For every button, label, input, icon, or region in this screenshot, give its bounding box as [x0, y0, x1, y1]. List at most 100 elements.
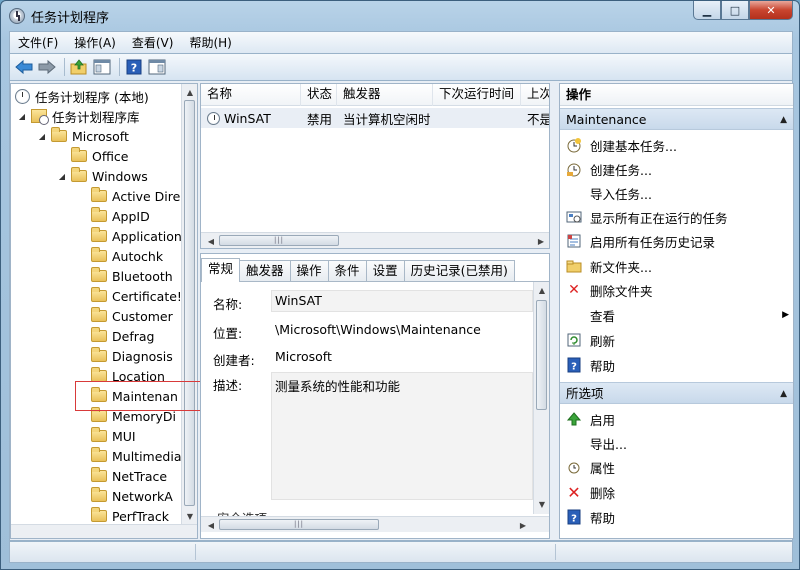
console-tree: 任务计划程序 (本地) ◢ 任务计划程序库 ◢ Microsoft Office [11, 84, 181, 524]
folder-icon [91, 427, 107, 442]
scroll-thumb[interactable] [536, 300, 547, 410]
collapse-arrow-icon[interactable]: ▲ [780, 109, 787, 131]
tree-item-folder[interactable]: Defrag [91, 326, 154, 346]
tab-conditions[interactable]: 条件 [327, 260, 367, 282]
help-button[interactable]: ? [124, 57, 144, 77]
action-new-folder[interactable]: 新文件夹... [560, 255, 793, 277]
section-header-selected-item[interactable]: 所选项 ▲ [560, 382, 793, 405]
description-field[interactable]: 测量系统的性能和功能 [271, 372, 533, 500]
action-create-basic-task[interactable]: 创建基本任务... [560, 134, 793, 156]
tab-actions[interactable]: 操作 [289, 260, 329, 282]
menu-help[interactable]: 帮助(H) [181, 33, 239, 53]
forward-button[interactable] [37, 57, 57, 77]
detail-vertical-scrollbar[interactable]: ▲ ▼ [533, 282, 549, 514]
action-export[interactable]: 导出... [560, 432, 793, 454]
tree-item-library[interactable]: ◢ 任务计划程序库 [17, 106, 140, 126]
tree-item-windows[interactable]: ◢ Windows [57, 166, 148, 186]
column-header-status[interactable]: 状态 [301, 84, 337, 106]
menu-action[interactable]: 操作(A) [66, 33, 124, 53]
action-help[interactable]: ? 帮助 [560, 354, 793, 376]
collapse-arrow-icon[interactable]: ▲ [780, 383, 787, 405]
detail-horizontal-scrollbar[interactable]: ◀ ||| ▶ [201, 516, 549, 532]
create-basic-task-icon [566, 137, 582, 153]
tree-item-root[interactable]: 任务计划程序 (本地) [15, 86, 149, 106]
tree-item-folder[interactable]: NetTrace [91, 466, 167, 486]
tree-vertical-scrollbar[interactable]: ▲ ▼ [181, 84, 197, 524]
tab-history[interactable]: 历史记录(已禁用) [403, 260, 515, 282]
tree-item-folder[interactable]: AppID [91, 206, 150, 226]
action-show-running-tasks[interactable]: 显示所有正在运行的任务 [560, 206, 793, 228]
scroll-right-arrow-icon[interactable]: ▶ [533, 233, 549, 248]
action-refresh[interactable]: 刷新 [560, 329, 793, 351]
up-folder-button[interactable] [69, 57, 89, 77]
show-hide-console-tree-button[interactable] [92, 57, 112, 77]
scroll-down-arrow-icon[interactable]: ▼ [534, 496, 549, 512]
action-delete[interactable]: ✕ 删除 [560, 481, 793, 503]
action-enable-history[interactable]: 启用所有任务历史记录 [560, 230, 793, 252]
help-icon: ? [126, 59, 142, 75]
tree-item-folder[interactable]: Application [91, 226, 181, 246]
scroll-down-arrow-icon[interactable]: ▼ [182, 508, 197, 524]
author-value: Microsoft [271, 346, 533, 368]
tree-item-folder[interactable]: PerfTrack [91, 506, 169, 524]
folder-icon [71, 147, 87, 162]
task-list-header: 名称 状态 触发器 下次运行时间 上次 [201, 84, 549, 106]
tab-triggers[interactable]: 触发器 [239, 260, 291, 282]
show-hide-action-pane-button[interactable] [147, 57, 167, 77]
running-tasks-icon [566, 209, 582, 225]
column-header-next-run[interactable]: 下次运行时间 [433, 84, 521, 106]
scroll-thumb[interactable]: ||| [219, 519, 379, 530]
scroll-left-arrow-icon[interactable]: ◀ [203, 517, 219, 533]
action-import-task[interactable]: 导入任务... [560, 182, 793, 204]
submenu-arrow-icon: ▶ [782, 310, 789, 320]
tree-item-folder[interactable]: NetworkA [91, 486, 173, 506]
column-header-trigger[interactable]: 触发器 [337, 84, 433, 106]
task-name: WinSAT [224, 110, 271, 126]
tree-item-folder[interactable]: Customer [91, 306, 173, 326]
tree-item-folder[interactable]: Autochk [91, 246, 163, 266]
tree-item-folder[interactable]: Diagnosis [91, 346, 173, 366]
maximize-button[interactable]: □ [721, 1, 749, 20]
tree-expanded-icon[interactable]: ◢ [57, 172, 67, 181]
tree-item-folder[interactable]: MUI [91, 426, 136, 446]
menu-file[interactable]: 文件(F) [10, 33, 66, 53]
tree-item-microsoft[interactable]: ◢ Microsoft [37, 126, 129, 146]
minimize-button[interactable]: ▁ [693, 1, 721, 20]
scroll-thumb[interactable] [184, 100, 195, 506]
back-button[interactable] [14, 57, 34, 77]
close-button[interactable]: ✕ [749, 1, 793, 20]
title-bar[interactable]: 任务计划程序 ▁ □ ✕ [1, 1, 799, 31]
tab-general[interactable]: 常规 [201, 258, 241, 282]
tree-item-folder[interactable]: Active Dire [91, 186, 180, 206]
action-delete-folder[interactable]: ✕ 删除文件夹 [560, 279, 793, 301]
action-create-task[interactable]: 创建任务... [560, 158, 793, 180]
scroll-left-arrow-icon[interactable]: ◀ [203, 233, 219, 248]
menu-view[interactable]: 查看(V) [124, 33, 182, 53]
action-properties[interactable]: 属性 [560, 456, 793, 478]
history-icon [566, 233, 582, 249]
scroll-up-arrow-icon[interactable]: ▲ [534, 282, 549, 298]
tree-item-folder[interactable]: Bluetooth [91, 266, 173, 286]
action-view[interactable]: 查看 ▶ [560, 304, 793, 326]
task-row[interactable]: WinSAT 禁用 当计算机空闲时 不是 [201, 108, 549, 128]
tree-item-label: AppID [112, 208, 150, 224]
action-enable[interactable]: 启用 [560, 408, 793, 430]
tree-expanded-icon[interactable]: ◢ [17, 112, 27, 121]
column-header-name[interactable]: 名称 [201, 84, 301, 106]
tree-item-folder[interactable]: Certificate! [91, 286, 181, 306]
column-header-last-run[interactable]: 上次 [521, 84, 549, 106]
tree-horizontal-scrollbar[interactable] [11, 524, 197, 538]
tree-item-office[interactable]: Office [71, 146, 129, 166]
scroll-up-arrow-icon[interactable]: ▲ [182, 84, 197, 100]
action-help-selected[interactable]: ? 帮助 [560, 506, 793, 528]
scroll-right-arrow-icon[interactable]: ▶ [515, 517, 531, 533]
list-horizontal-scrollbar[interactable]: ◀ ||| ▶ [201, 232, 549, 248]
window-title: 任务计划程序 [31, 11, 110, 26]
menu-bar: 文件(F) 操作(A) 查看(V) 帮助(H) [9, 31, 793, 53]
tree-item-folder[interactable]: Multimedia [91, 446, 181, 466]
scroll-thumb[interactable]: ||| [219, 235, 339, 246]
tree-expanded-icon[interactable]: ◢ [37, 132, 47, 141]
tab-settings[interactable]: 设置 [365, 260, 405, 282]
name-field[interactable]: WinSAT [271, 290, 533, 312]
section-header-maintenance[interactable]: Maintenance ▲ [560, 108, 793, 131]
